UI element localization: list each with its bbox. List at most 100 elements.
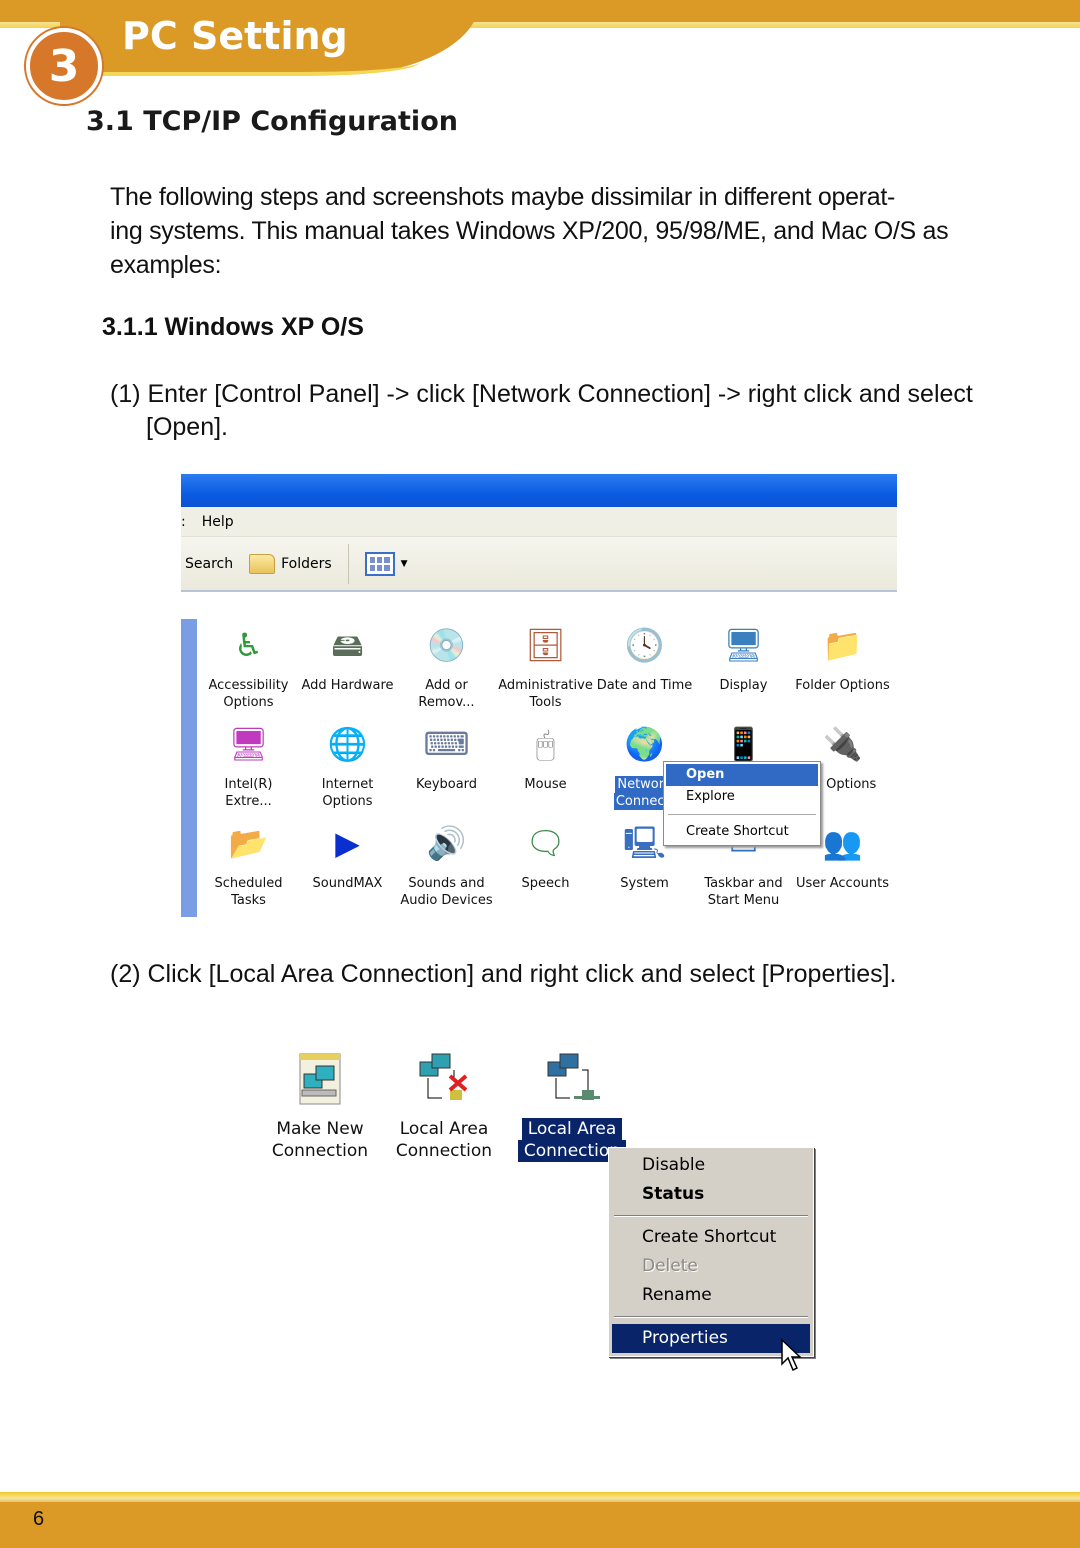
control-panel-item[interactable]: 🗄 Administrative Tools — [496, 623, 595, 722]
control-panel-item[interactable]: 📁 Folder Options — [793, 623, 892, 722]
item-label-selected: Local Area — [521, 1118, 623, 1140]
date-time-icon: 🕓 — [624, 625, 665, 664]
local-area-connection-disconnected-item[interactable]: Local Area Connection — [384, 1050, 504, 1162]
control-panel-item[interactable]: 🖴 Add Hardware — [298, 623, 397, 722]
make-new-connection-item[interactable]: Make New Connection — [260, 1050, 380, 1162]
control-panel-item[interactable]: 🕓 Date and Time — [595, 623, 694, 722]
item-label: Start Menu — [707, 893, 780, 908]
context-menu: Open Explore Create Shortcut — [663, 761, 821, 846]
control-panel-item[interactable]: 🖥 Display — [694, 623, 793, 722]
control-panel-item[interactable]: ♿ Accessibility Options — [199, 623, 298, 722]
soundmax-icon: ▶ — [335, 823, 360, 862]
user-accounts-icon: 👥 — [822, 823, 863, 862]
control-panel-item[interactable]: ▶ SoundMAX — [298, 821, 397, 920]
chevron-down-icon: ▼ — [400, 558, 408, 569]
add-remove-programs-icon: 💿 — [426, 625, 467, 664]
item-label: Tools — [529, 695, 562, 710]
menu-item-delete: Delete — [642, 1256, 698, 1276]
menu-item-open[interactable]: Open — [666, 764, 818, 786]
item-label: User Accounts — [795, 876, 890, 891]
footer-stripe — [0, 1492, 1080, 1502]
item-label: Options — [322, 794, 373, 809]
item-label: Keyboard — [415, 777, 478, 792]
control-panel-item[interactable]: 📂 Scheduled Tasks — [199, 821, 298, 920]
internet-options-icon: 🌐 — [327, 724, 368, 763]
folder-options-icon: 📁 — [822, 625, 863, 664]
subsection-title: 3.1.1 Windows XP O/S — [102, 313, 364, 341]
control-panel-item[interactable]: 💿 Add or Remov... — [397, 623, 496, 722]
control-panel-item[interactable]: 🌐 Internet Options — [298, 722, 397, 821]
intro-line: ing systems. This manual takes Windows X… — [110, 217, 949, 245]
item-label: Accessibility — [208, 678, 289, 693]
item-label: Connection — [271, 1141, 369, 1161]
sounds-audio-icon: 🔊 — [426, 823, 467, 862]
item-label: Mouse — [524, 777, 567, 792]
toolbar-separator — [347, 543, 349, 584]
item-label: Extre... — [225, 794, 272, 809]
intro-paragraph: The following steps and screenshots mayb… — [110, 180, 970, 282]
chapter-number-badge: 3 — [26, 28, 102, 104]
search-label: Search — [185, 555, 234, 572]
item-label: System — [620, 876, 669, 891]
menu-separator — [668, 814, 816, 815]
item-label: Intel(R) — [224, 777, 273, 792]
item-label: Administrative — [498, 678, 593, 693]
keyboard-icon: ⌨ — [423, 724, 470, 763]
menu-item-status[interactable]: Status — [612, 1180, 810, 1209]
views-icon — [364, 551, 395, 576]
section-title: 3.1 TCP/IP Configuration — [86, 106, 458, 137]
item-label: Audio Devices — [400, 893, 493, 908]
step-1-line: (1) Enter [Control Panel] -> click [Netw… — [110, 380, 973, 408]
menu-item-help[interactable]: Help — [202, 514, 234, 530]
mouse-icon: 🖱 — [535, 724, 556, 763]
menu-item-rename[interactable]: Rename — [612, 1281, 810, 1310]
page-number: 6 — [33, 1508, 45, 1530]
item-label: Date and Time — [596, 678, 693, 693]
folders-button[interactable]: Folders — [245, 553, 336, 574]
menu-item-partial[interactable]: : — [181, 514, 186, 530]
menu-item-explore[interactable]: Explore — [666, 786, 818, 808]
item-label: Options — [223, 695, 274, 710]
item-label: Folder Options — [795, 678, 890, 693]
chapter-title: PC Setting — [122, 14, 348, 58]
footer-band — [0, 1502, 1080, 1548]
accessibility-icon: ♿ — [234, 625, 263, 664]
network-connected-icon — [544, 1050, 602, 1108]
display-icon: 🖥 — [723, 625, 764, 664]
control-panel-item[interactable]: ⌨ Keyboard — [397, 722, 496, 821]
item-label: Taskbar and — [704, 876, 783, 891]
menu-item-create-shortcut[interactable]: Create Shortcut — [612, 1223, 810, 1252]
step-1: (1) Enter [Control Panel] -> click [Netw… — [110, 378, 1010, 444]
views-button[interactable]: ▼ — [361, 551, 412, 576]
search-button[interactable]: Search — [181, 556, 237, 572]
item-label: Speech — [521, 876, 570, 891]
task-pane-edge — [181, 619, 197, 917]
menu-item-disable[interactable]: Disable — [612, 1151, 810, 1180]
local-area-connection-2-item[interactable]: Local Area Connection — [512, 1050, 632, 1162]
item-label: Scheduled — [214, 876, 283, 891]
item-label: Local Area — [399, 1119, 489, 1139]
scheduled-tasks-icon: 📂 — [228, 823, 269, 862]
folders-label: Folders — [281, 555, 332, 572]
context-menu: Disable Status Create Shortcut Delete Re… — [608, 1147, 814, 1357]
intro-line: examples: — [110, 251, 222, 279]
control-panel-item[interactable]: 🖥 Intel(R) Extre... — [199, 722, 298, 821]
item-label: Add or — [425, 678, 468, 693]
network-connections-screenshot: Make New Connection Local Area Connectio… — [260, 1050, 820, 1380]
intel-graphics-icon: 🖥 — [228, 724, 269, 763]
header-tab-edge — [90, 62, 420, 76]
menu-separator — [614, 1316, 808, 1318]
step-1-line: [Open]. — [146, 413, 228, 441]
intro-line: The following steps and screenshots mayb… — [110, 183, 895, 211]
window-title-bar — [181, 474, 897, 507]
speech-icon: 🗨 — [525, 823, 566, 862]
item-label: SoundMAX — [312, 876, 383, 891]
control-panel-item[interactable]: 🗨 Speech — [496, 821, 595, 920]
menu-separator — [614, 1215, 808, 1217]
menu-item-create-shortcut[interactable]: Create Shortcut — [666, 821, 818, 843]
phone-modem-icon: 📱 — [723, 724, 764, 763]
control-panel-item[interactable]: 🔊 Sounds and Audio Devices — [397, 821, 496, 920]
item-label: Add Hardware — [301, 678, 394, 693]
administrative-tools-icon: 🗄 — [525, 625, 566, 664]
control-panel-item[interactable]: 🖱 Mouse — [496, 722, 595, 821]
